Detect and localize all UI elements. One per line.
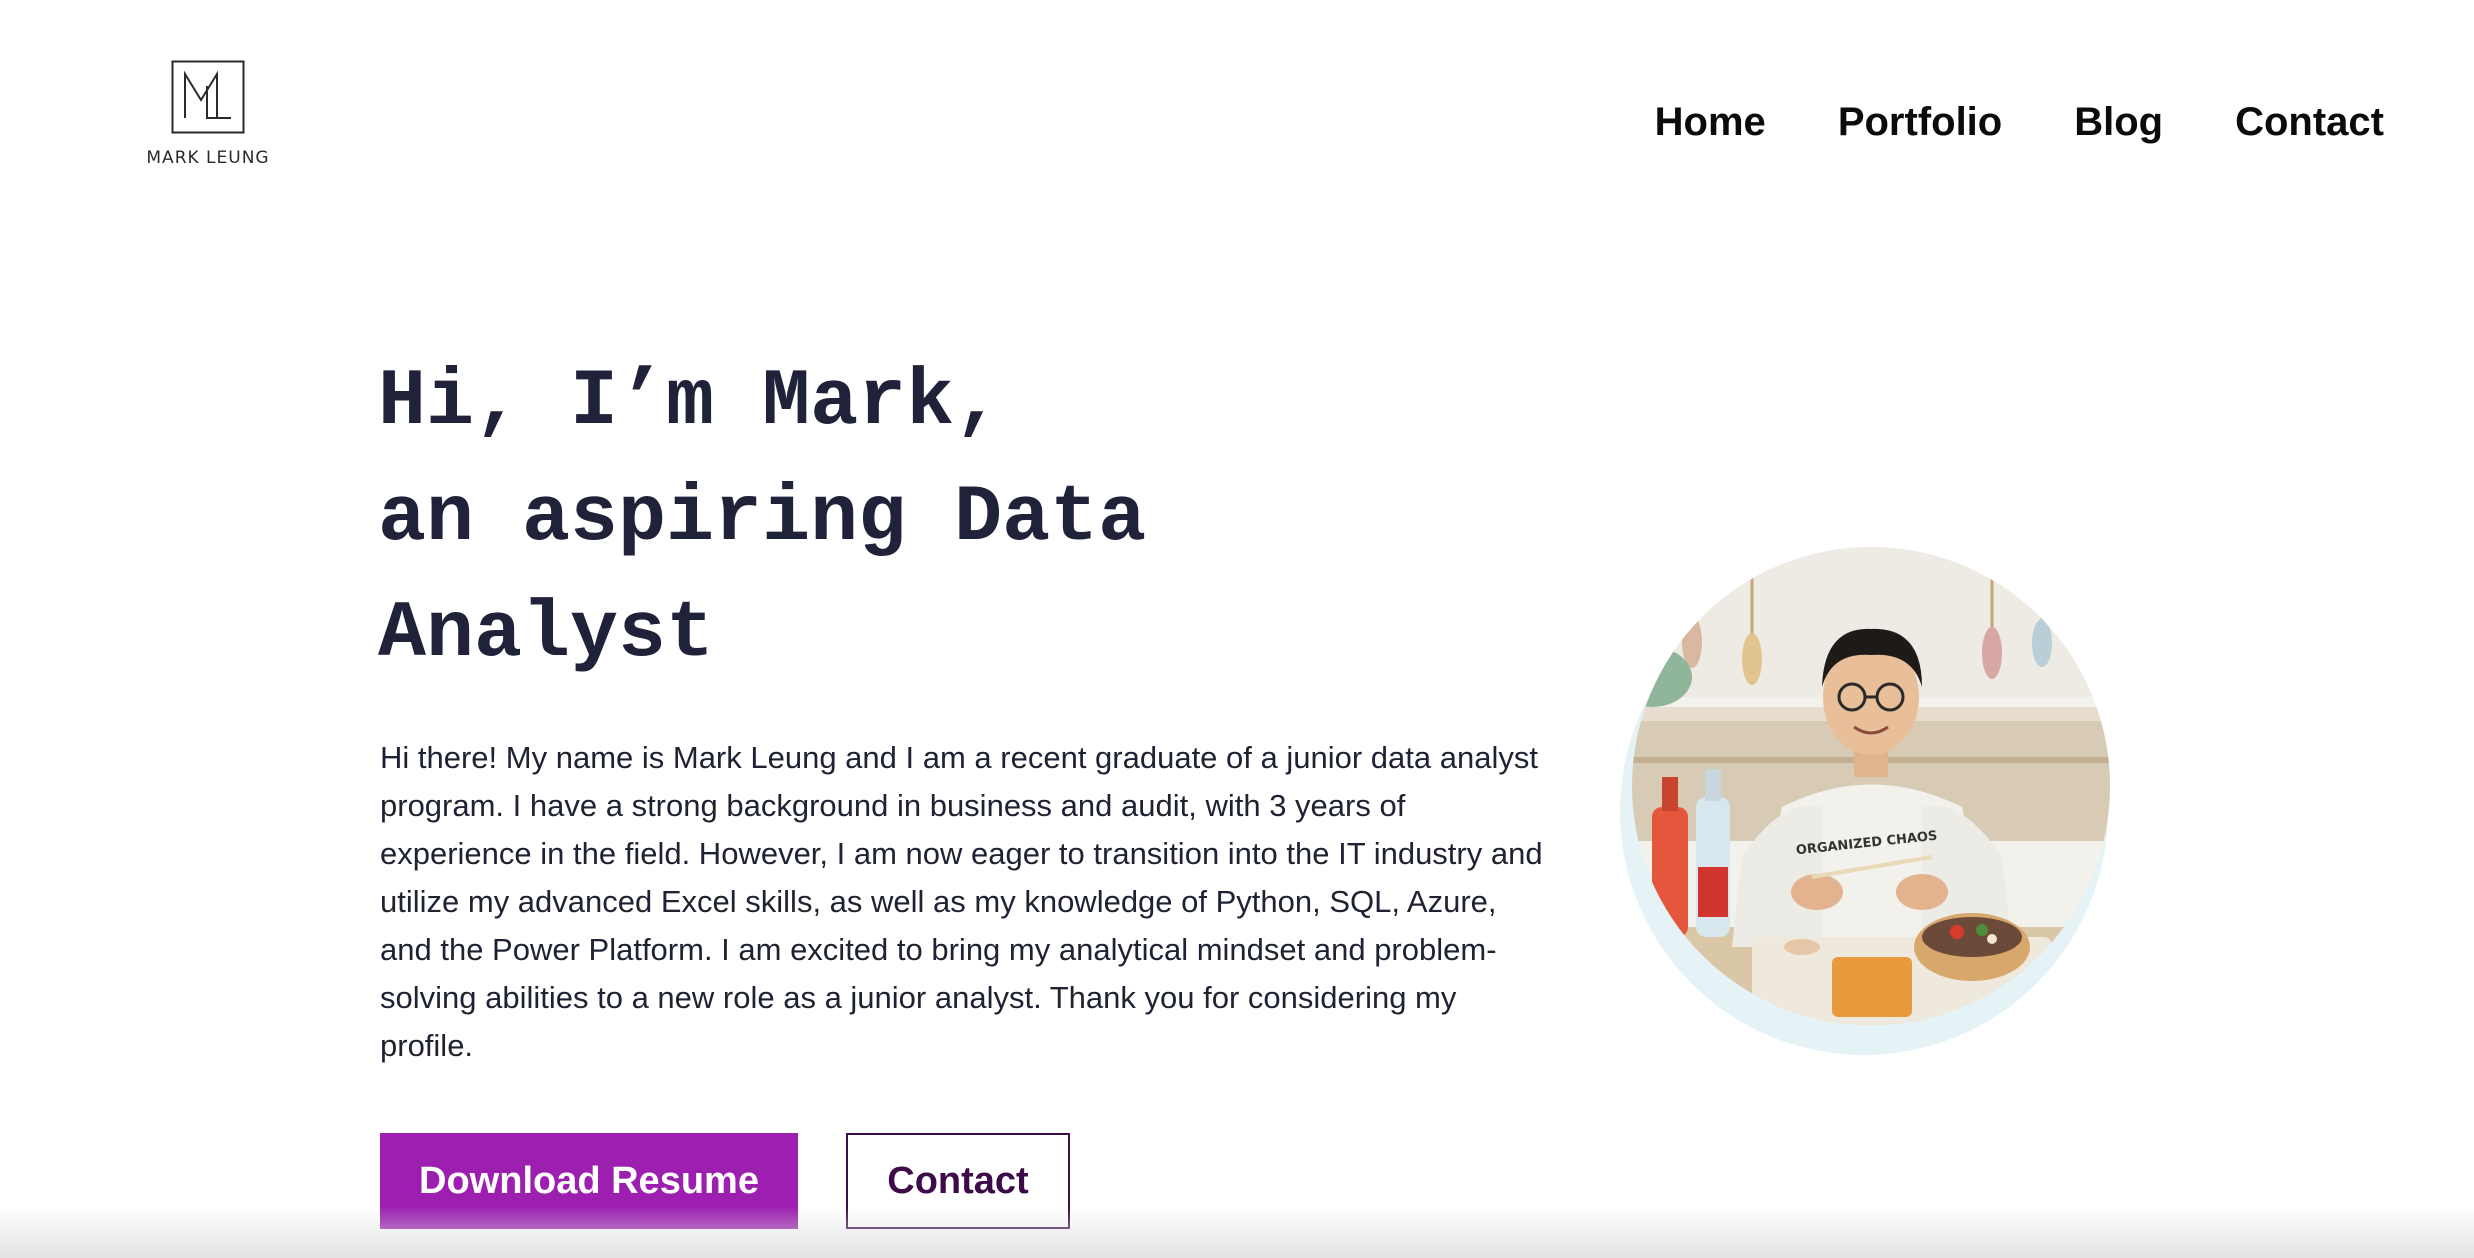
profile-photo-icon: ORGANIZED CHAOS — [1632, 547, 2110, 1025]
nav-home[interactable]: Home — [1655, 98, 1766, 146]
hero-intro-text: Hi there! My name is Mark Leung and I am… — [380, 740, 1543, 1063]
bottom-scroll-fade — [0, 1206, 2474, 1258]
nav-contact[interactable]: Contact — [2235, 98, 2384, 146]
site-logo[interactable]: MARK LEUNG — [146, 60, 270, 168]
nav-portfolio[interactable]: Portfolio — [1838, 98, 2002, 146]
portfolio-page: MARK LEUNG Home Portfolio Blog Contact H… — [0, 0, 2474, 1258]
hero-title-line: an aspiring Data — [378, 473, 1147, 564]
hero-title-line: Analyst — [378, 589, 715, 680]
hero-title: Hi, I’m Mark, an aspiring Data Analyst — [378, 345, 1378, 693]
hero-title-line: Hi, I’m Mark, — [378, 357, 1003, 448]
profile-photo-frame: ORGANIZED CHAOS — [1620, 545, 2120, 1055]
main-nav: Home Portfolio Blog Contact — [1655, 98, 2384, 146]
ml-monogram-logo-icon — [171, 60, 245, 134]
profile-photo: ORGANIZED CHAOS — [1632, 547, 2110, 1025]
nav-blog[interactable]: Blog — [2074, 98, 2163, 146]
logo-text: MARK LEUNG — [146, 148, 270, 168]
